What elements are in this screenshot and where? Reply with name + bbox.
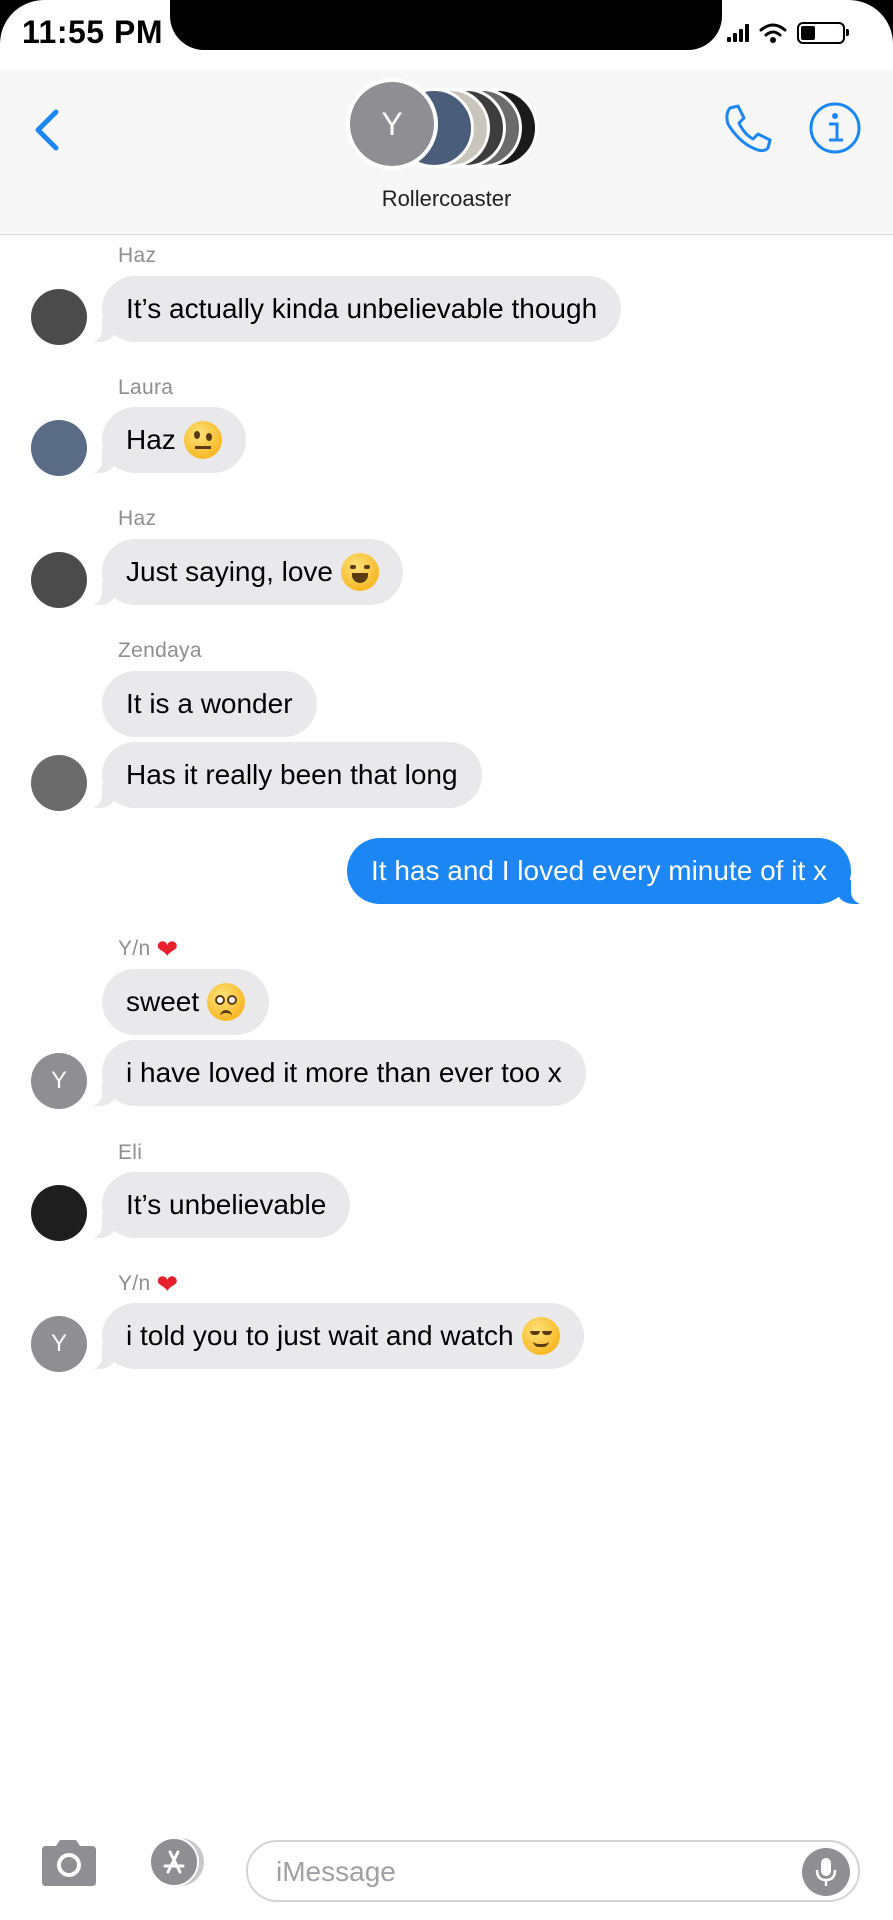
group-avatar: Y	[346, 78, 438, 170]
app-store-button[interactable]	[140, 1836, 212, 1888]
message-bubble[interactable]: Just saying, love	[88, 539, 403, 605]
message-bubble[interactable]: It is a wonder	[102, 671, 317, 737]
message-field[interactable]	[246, 1840, 860, 1902]
sender-name: Eli	[118, 1141, 143, 1164]
message-text: sweet	[126, 986, 200, 1017]
face-with-raised-eyebrow-icon	[183, 421, 222, 459]
camera-button[interactable]	[38, 1836, 100, 1888]
message-bubble[interactable]: Haz	[88, 407, 246, 473]
avatar[interactable]: Y	[31, 1316, 87, 1372]
notch	[170, 0, 722, 50]
message-text: Has it really been that long	[126, 759, 458, 790]
message-input[interactable]	[276, 1852, 776, 1892]
heart-icon: ❤	[156, 1269, 179, 1299]
message-text: It is a wonder	[126, 688, 293, 719]
group-name[interactable]: Rollercoaster	[0, 186, 893, 212]
relieved-face-icon	[521, 1317, 560, 1355]
sender-name: Laura	[118, 376, 174, 399]
message-text: It’s unbelievable	[126, 1189, 327, 1220]
input-bar	[0, 1836, 893, 1920]
status-time: 11:55 PM	[22, 14, 163, 50]
sender-name: Y/n ❤	[118, 934, 179, 964]
message-bubble[interactable]: i have loved it more than ever too x	[88, 1040, 586, 1106]
conversation-header: Y Rollercoaster	[0, 70, 893, 235]
sender-name: Haz	[118, 244, 157, 267]
message-text: Just saying, love	[126, 556, 333, 587]
chevron-left-icon	[35, 109, 59, 151]
back-button[interactable]	[28, 100, 68, 160]
avatar[interactable]	[31, 755, 87, 811]
message-text: i have loved it more than ever too x	[126, 1057, 562, 1088]
status-bar: 11:55 PM	[0, 0, 893, 70]
group-avatars[interactable]: Y	[346, 78, 546, 174]
app-store-icon	[149, 1837, 204, 1887]
info-button[interactable]	[807, 100, 863, 156]
wifi-icon	[759, 23, 787, 43]
call-button[interactable]	[720, 100, 776, 156]
grinning-squinting-face-icon	[341, 553, 379, 591]
heart-icon: ❤	[156, 934, 179, 964]
microphone-icon	[815, 1858, 837, 1886]
battery-icon	[797, 22, 849, 44]
sender-name: Zendaya	[118, 639, 202, 662]
avatar[interactable]	[31, 552, 87, 608]
message-text: It has and I loved every minute of it x	[370, 855, 827, 886]
message-bubble[interactable]: It’s actually kinda unbelievable though	[87, 276, 622, 342]
sender-name: Y/n ❤	[118, 1269, 179, 1299]
message-text: Haz	[126, 424, 176, 455]
info-icon	[809, 102, 861, 154]
message-text: It’s actually kinda unbelievable though	[126, 293, 598, 324]
message-list: Haz It’s actually kinda unbelievable tho…	[0, 236, 893, 1836]
message-bubble[interactable]: i told you to just wait and watch	[88, 1303, 584, 1369]
status-icons	[727, 22, 849, 44]
avatar[interactable]: Y	[31, 1053, 87, 1109]
microphone-button[interactable]	[802, 1848, 850, 1896]
message-bubble[interactable]: It’s unbelievable	[87, 1172, 351, 1238]
avatar[interactable]	[31, 289, 87, 345]
message-bubble[interactable]: Has it really been that long	[88, 742, 482, 808]
sender-name: Haz	[118, 507, 157, 530]
pleading-face-icon	[207, 983, 246, 1021]
signal-icon	[727, 24, 749, 42]
outgoing-message-bubble[interactable]: It has and I loved every minute of it x	[346, 838, 866, 904]
avatar[interactable]	[31, 420, 87, 476]
camera-icon	[42, 1840, 96, 1886]
message-text: i told you to just wait and watch	[126, 1320, 514, 1351]
message-bubble[interactable]: sweet	[102, 969, 270, 1035]
avatar[interactable]	[31, 1185, 87, 1241]
phone-icon	[725, 104, 772, 153]
